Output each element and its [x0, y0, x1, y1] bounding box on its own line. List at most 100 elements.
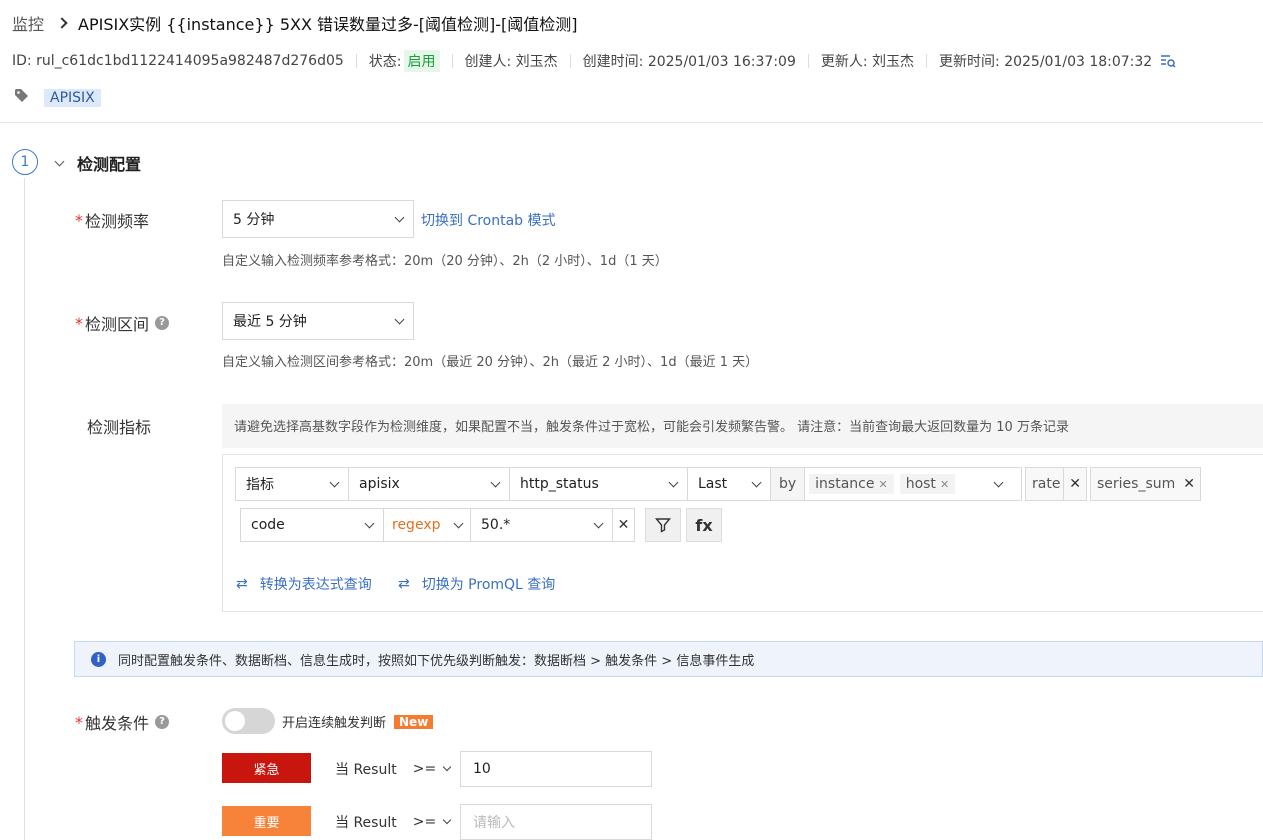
threshold-input-important[interactable]: 请输入 — [460, 804, 652, 840]
chevron-down-icon — [490, 477, 501, 487]
interval-value: 最近 5 分钟 — [233, 314, 307, 330]
chevron-down-icon — [453, 518, 464, 528]
required-mark: * — [75, 210, 83, 230]
operator-select[interactable]: >= — [412, 761, 452, 777]
breadcrumb-root-link[interactable]: 监控 — [12, 11, 44, 35]
chevron-down-icon — [54, 156, 65, 166]
chevron-down-icon — [394, 212, 405, 222]
updated-at: 更新时间: 2025/01/03 18:07:32 — [939, 54, 1153, 70]
creator: 创建人: 刘玉杰 — [464, 54, 558, 70]
chevron-down-icon — [442, 815, 452, 825]
chevron-down-icon — [442, 762, 452, 772]
new-badge: New — [394, 714, 434, 729]
filter-button[interactable] — [645, 508, 681, 542]
divider — [355, 54, 357, 68]
metric-source-select[interactable]: apisix — [348, 467, 510, 501]
toggle-label-group: 开启连续触发判断 New — [282, 712, 434, 731]
tag-row: APISIX — [14, 88, 101, 108]
close-icon[interactable]: ✕ — [1178, 476, 1200, 492]
divider — [451, 54, 453, 68]
rule-id: ID: rul_c61dc1bd1122414095a982487d276d05 — [12, 53, 344, 69]
page-title: APISIX实例 {{instance}} 5XX 错误数量过多-[阈值检测]-… — [78, 15, 578, 34]
group-by-select[interactable]: by instance ✕ host ✕ — [770, 467, 1022, 501]
operator-select[interactable]: >= — [412, 814, 452, 830]
required-mark: * — [75, 712, 83, 732]
breadcrumb: 监控 APISIX实例 {{instance}} 5XX 错误数量过多-[阈值检… — [12, 11, 578, 35]
level-badge-important[interactable]: 重要 — [222, 806, 311, 836]
group-by-chip: instance ✕ — [809, 474, 894, 494]
filter-field-select[interactable]: code — [240, 508, 384, 542]
updater: 更新人: 刘玉杰 — [820, 54, 915, 70]
switch-promql-label: 切换为 PromQL 查询 — [421, 577, 556, 593]
level-badge-critical[interactable]: 紧急 — [222, 753, 311, 783]
switch-promql-link[interactable]: ⇄ 切换为 PromQL 查询 — [398, 574, 555, 594]
frequency-value: 5 分钟 — [233, 212, 275, 228]
filter-operator-select[interactable]: regexp — [383, 508, 471, 542]
info-text: 同时配置触发条件、数据断档、信息生成时，按照如下优先级判断触发：数据断档 > 触… — [118, 653, 755, 669]
help-icon[interactable]: ? — [155, 316, 170, 330]
history-search-icon[interactable] — [1160, 54, 1176, 68]
aggregation-select[interactable]: Last — [687, 467, 771, 501]
chevron-down-icon — [993, 477, 1004, 487]
operator-value: >= — [412, 814, 437, 830]
chevron-down-icon — [329, 477, 340, 487]
swap-icon: ⇄ — [398, 576, 410, 592]
rule-meta: ID: rul_c61dc1bd1122414095a982487d276d05… — [12, 50, 1176, 72]
toggle-knob — [225, 711, 245, 731]
required-mark: * — [75, 313, 83, 333]
switch-crontab-link[interactable]: 切换到 Crontab 模式 — [421, 210, 556, 230]
swap-icon: ⇄ — [236, 576, 248, 592]
chevron-down-icon — [751, 477, 762, 487]
help-icon[interactable]: ? — [155, 715, 170, 729]
divider — [807, 54, 809, 68]
filter-value-text: 50.* — [481, 517, 511, 533]
close-icon[interactable]: ✕ — [878, 478, 887, 491]
interval-hint: 自定义输入检测区间参考格式：20m（最近 20 分钟）、2h（最近 2 小时）、… — [222, 355, 759, 370]
condition-prefix: 当 Result — [335, 762, 397, 778]
interval-select[interactable]: 最近 5 分钟 — [222, 302, 414, 340]
metric-type-select[interactable]: 指标 — [235, 467, 349, 501]
close-icon: ✕ — [617, 517, 630, 533]
tag-icon — [14, 88, 30, 108]
toggle-label: 开启连续触发判断 — [282, 716, 387, 731]
threshold-input-critical[interactable]: 10 — [460, 751, 652, 787]
close-icon[interactable]: ✕ — [1063, 468, 1086, 500]
remove-filter-button[interactable]: ✕ — [612, 508, 635, 542]
chevron-down-icon — [593, 518, 604, 528]
info-icon: i — [91, 651, 106, 667]
chevron-down-icon — [394, 314, 405, 324]
metric-label: 检测指标 — [87, 418, 152, 437]
function-rate[interactable]: rate ✕ — [1025, 467, 1087, 501]
metric-type-value: 指标 — [246, 477, 274, 493]
switch-expression-label: 转换为表达式查询 — [259, 577, 372, 593]
step-number: 1 — [12, 149, 38, 175]
priority-info-banner: i 同时配置触发条件、数据断档、信息生成时，按照如下优先级判断触发：数据断档 >… — [74, 641, 1263, 677]
frequency-select[interactable]: 5 分钟 — [222, 200, 414, 238]
divider — [569, 54, 571, 68]
function-series-sum[interactable]: series_sum ✕ — [1090, 467, 1201, 501]
status-label: 状态: — [368, 54, 402, 70]
switch-expression-link[interactable]: ⇄ 转换为表达式查询 — [236, 574, 372, 594]
section-toggle[interactable]: 检测配置 — [52, 151, 141, 175]
function-label: series_sum — [1097, 476, 1176, 492]
by-label: by — [771, 468, 806, 500]
step-connector-line — [24, 178, 25, 840]
chevron-down-icon — [668, 477, 679, 487]
filter-value-select[interactable]: 50.* — [470, 508, 613, 542]
metric-source-value: apisix — [359, 476, 400, 492]
close-icon[interactable]: ✕ — [940, 478, 949, 491]
chip-label: instance — [815, 476, 875, 492]
condition-important: 当 Result >= — [335, 812, 452, 832]
chip-label: host — [905, 476, 936, 492]
operator-value: >= — [412, 761, 437, 777]
group-by-chip: host ✕ — [899, 474, 956, 494]
tag-apisix[interactable]: APISIX — [44, 89, 101, 107]
trigger-label: * 触发条件 ? — [75, 710, 170, 734]
fx-button[interactable]: fx — [686, 508, 722, 542]
section-title: 检测配置 — [77, 155, 142, 174]
filter-field-value: code — [251, 517, 285, 533]
metric-field-select[interactable]: http_status — [509, 467, 688, 501]
continuous-trigger-toggle[interactable] — [222, 708, 275, 734]
function-label: rate — [1032, 476, 1061, 492]
frequency-label: * 检测频率 — [75, 208, 149, 232]
